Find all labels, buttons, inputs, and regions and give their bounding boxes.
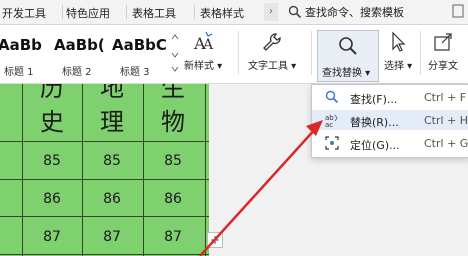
ribbon-tab-bar: 开发工具 特色应用 表格工具 表格样式 › 查找命令、搜索模板 (0, 0, 468, 25)
search-icon (288, 5, 302, 19)
command-search[interactable]: 查找命令、搜索模板 (288, 4, 404, 20)
menu-item-find[interactable]: 查找(F)... Ctrl + F (312, 87, 468, 107)
ribbon-divider (311, 31, 312, 75)
header-history-top[interactable]: 历 (22, 84, 82, 103)
replace-icon: ab ac (325, 114, 338, 127)
menu-item-shortcut: Ctrl + F (424, 91, 467, 104)
style-heading1-label: 标题 1 (4, 67, 34, 78)
style-heading3-label: 标题 3 (120, 67, 150, 78)
menu-item-shortcut: Ctrl + H (424, 114, 468, 127)
header-biology-top[interactable]: 生 (143, 84, 203, 103)
dropdown-caret: ▾ (404, 61, 413, 72)
menu-item-goto[interactable]: 定位(G)... Ctrl + G (312, 133, 468, 153)
magnifier-icon (339, 37, 357, 55)
style-heading2-label: 标题 2 (62, 67, 92, 78)
menu-item-label: 查找(F)... (350, 93, 398, 106)
style-gallery-scroll[interactable] (171, 31, 179, 75)
menu-item-shortcut: Ctrl + G (424, 137, 468, 150)
dropdown-caret: ▾ (362, 68, 371, 79)
command-search-text: 查找命令、搜索模板 (305, 6, 404, 19)
tab-scroll-button[interactable]: › (264, 3, 278, 21)
table-gridline (0, 141, 209, 142)
tab-divider (194, 5, 195, 19)
table-gridline (0, 179, 209, 180)
locate-icon (325, 136, 339, 150)
tab-table-tools[interactable]: 表格工具 (132, 5, 176, 21)
menu-item-label: 替换(R)... (350, 116, 399, 129)
table-cell[interactable]: 85 (22, 153, 82, 169)
table-cell[interactable]: 87 (22, 229, 82, 245)
wrench-icon (263, 33, 281, 51)
share-icon (434, 33, 452, 51)
overflow-icon[interactable] (452, 4, 464, 18)
header-geography-bottom[interactable]: 理 (82, 102, 142, 137)
menu-item-replace[interactable]: ab ac 替换(R)... Ctrl + H (312, 110, 468, 130)
select-label: 选择 (384, 61, 404, 72)
subject-table: 历 地 生 史 理 物 85 85 85 86 86 86 87 87 87 (0, 84, 209, 256)
table-gridline (0, 254, 209, 255)
header-history-bottom[interactable]: 史 (22, 102, 82, 137)
table-gridline (205, 84, 206, 256)
svg-text:A: A (202, 37, 214, 53)
style-heading3-preview[interactable]: AaBbC (112, 36, 167, 54)
style-heading1-preview[interactable]: AaBb (0, 36, 42, 54)
table-cell[interactable]: 86 (82, 191, 142, 207)
cursor-arrow-icon (392, 31, 406, 52)
share-label: 分享文 (428, 61, 458, 72)
tab-table-styles[interactable]: 表格样式 (200, 5, 244, 21)
text-tools-button[interactable]: 文字工具 ▾ (248, 31, 296, 72)
style-heading2-preview[interactable]: AaBb( (54, 36, 105, 54)
ribbon-divider (238, 31, 239, 75)
table-cell[interactable]: 87 (82, 229, 142, 245)
tab-special-apps[interactable]: 特色应用 (66, 5, 110, 21)
table-cell[interactable]: 87 (143, 229, 203, 245)
add-column-button[interactable]: + (207, 232, 223, 248)
ribbon-panel: AaBb 标题 1 AaBb( 标题 2 AaBbC 标题 3 A A 新样式 … (0, 25, 468, 84)
dropdown-caret: ▾ (214, 61, 223, 72)
select-button[interactable]: 选择 ▾ (384, 31, 412, 72)
find-replace-menu: 查找(F)... Ctrl + F ab ac 替换(R)... Ctrl + … (311, 84, 468, 158)
dropdown-caret: ▾ (288, 61, 297, 72)
new-style-icon: A A (193, 31, 214, 53)
table-cell[interactable]: 85 (82, 153, 142, 169)
ribbon-divider (420, 31, 421, 75)
find-icon (325, 90, 339, 104)
table-cell[interactable]: 86 (143, 191, 203, 207)
new-style-label: 新样式 (184, 61, 214, 72)
tab-divider (62, 5, 63, 19)
header-biology-bottom[interactable]: 物 (143, 102, 203, 137)
header-geography-top[interactable]: 地 (82, 84, 142, 103)
tab-developer-tools[interactable]: 开发工具 (2, 5, 46, 21)
table-gridline (0, 216, 209, 217)
text-tools-label: 文字工具 (248, 61, 288, 72)
table-cell[interactable]: 86 (22, 191, 82, 207)
svg-text:ac: ac (325, 121, 333, 127)
new-style-button[interactable]: A A 新样式 ▾ (184, 31, 222, 72)
menu-item-label: 定位(G)... (350, 139, 400, 152)
find-replace-label: 查找替换 (322, 68, 362, 79)
table-cell[interactable]: 85 (143, 153, 203, 169)
tab-divider (126, 5, 127, 19)
share-button[interactable]: 分享文 (428, 31, 458, 72)
find-replace-button[interactable]: 查找替换 ▾ (317, 30, 379, 82)
